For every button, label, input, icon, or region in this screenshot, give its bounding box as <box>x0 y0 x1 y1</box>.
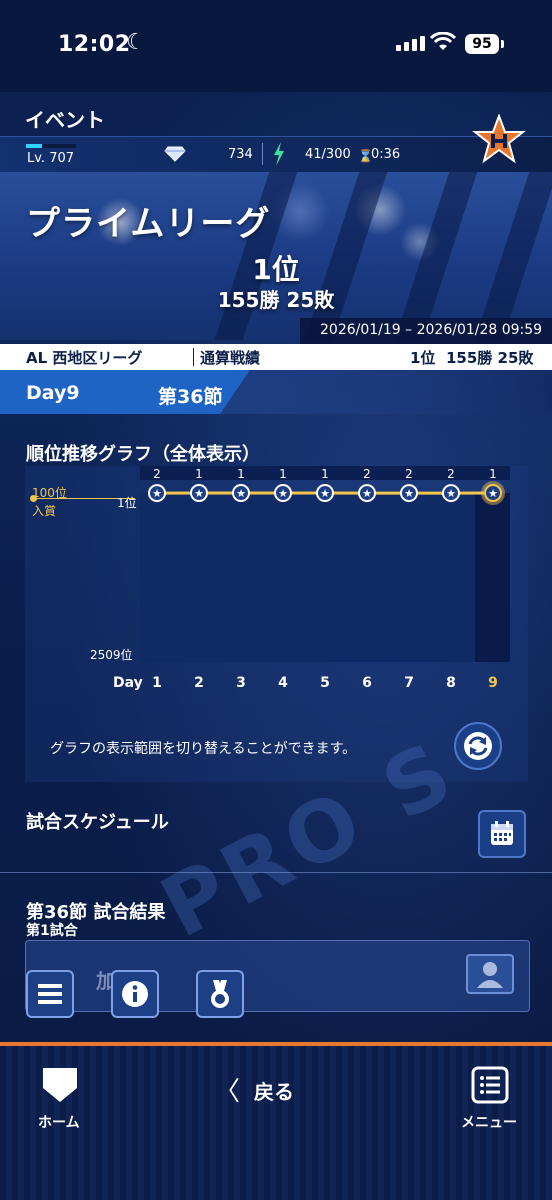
chart-note: グラフの表示範囲を切り替えることができます。 <box>50 741 357 757</box>
medal-icon <box>211 980 229 1008</box>
daily-rank-label: 1 <box>195 467 203 481</box>
x-tick-label: 7 <box>404 675 414 691</box>
stamina-count: 41/300 <box>305 147 351 162</box>
y-axis-top-label: 1位 <box>117 496 137 510</box>
daily-rank-label: 1 <box>489 467 497 481</box>
rank-point: ★ <box>400 484 418 503</box>
clock: 12:02 <box>58 32 131 57</box>
svg-text:★: ★ <box>320 487 330 500</box>
prize-threshold-label: 100位 <box>32 486 67 500</box>
game-label: 第1試合 <box>26 923 78 939</box>
league-name: プライムリーグ <box>26 204 271 244</box>
day-label: Day9 <box>26 382 80 404</box>
daily-rank-label: 1 <box>237 467 245 481</box>
moon-icon: ☾ <box>126 30 146 55</box>
gem-count: 734 <box>228 147 253 162</box>
home-plate-icon <box>43 1068 77 1102</box>
svg-text:★: ★ <box>278 487 288 500</box>
wifi-icon <box>430 32 456 50</box>
rank-point: ★ <box>442 484 460 503</box>
x-tick-label: 6 <box>362 675 372 691</box>
person-icon <box>477 962 503 988</box>
diamond-icon <box>164 146 186 162</box>
back-label: 戻る <box>254 1080 294 1104</box>
info-icon <box>122 981 148 1007</box>
menu-list-icon <box>471 1066 509 1104</box>
menu-label: メニュー <box>461 1115 517 1131</box>
level-label: Lv. 707 <box>27 151 75 166</box>
current-rank: 1位 <box>252 253 300 286</box>
rank-point: ★ <box>316 484 334 502</box>
hamburger-icon <box>38 984 62 1004</box>
y-axis-bottom-label: 2509位 <box>90 648 133 662</box>
status-bar: 12:02 ☾ 95 <box>0 0 552 92</box>
current-day-column <box>475 493 510 662</box>
x-tick-label: 4 <box>278 675 288 691</box>
back-arrow-icon: 〈 <box>214 1077 241 1107</box>
day-row-background <box>210 370 552 414</box>
total-rank: 1位 <box>410 349 436 367</box>
x-tick-label: 9 <box>488 675 498 691</box>
level-progress-fill <box>26 144 42 148</box>
event-period: 2026/01/19 – 2026/01/28 09:59 <box>320 322 543 338</box>
battery-indicator: 95 <box>465 34 504 54</box>
rank-point: ★ <box>358 484 376 503</box>
daily-rank-label: 2 <box>447 467 455 481</box>
divider <box>262 143 263 165</box>
x-tick-label: 3 <box>236 675 246 691</box>
rank-point: ★ <box>148 484 166 503</box>
schedule-title: 試合スケジュール <box>26 812 169 833</box>
cellular-signal-icon <box>396 36 425 51</box>
x-tick-label: 1 <box>152 675 162 691</box>
toggle-range-button[interactable] <box>454 722 502 770</box>
plot-area <box>140 493 510 662</box>
daily-rank-label: 2 <box>153 467 161 481</box>
svg-text:★: ★ <box>236 487 246 500</box>
rank-point: ★ <box>481 481 505 505</box>
list-menu-button[interactable] <box>26 970 74 1018</box>
lightning-icon <box>274 142 284 166</box>
schedule-button[interactable] <box>478 810 526 858</box>
info-button[interactable] <box>111 970 159 1018</box>
section-label: 第36節 <box>158 386 223 408</box>
svg-text:★: ★ <box>362 487 372 500</box>
x-axis-label: Day <box>113 675 143 691</box>
daily-rank-label: 2 <box>405 467 413 481</box>
total-record-label: 通算戦績 <box>200 349 261 367</box>
svg-text:★: ★ <box>152 487 162 500</box>
svg-text:★: ★ <box>488 487 498 500</box>
rewards-button[interactable] <box>196 970 244 1018</box>
daily-rank-label: 1 <box>279 467 287 481</box>
rank-point: ★ <box>232 484 250 502</box>
svg-text:★: ★ <box>446 487 456 500</box>
svg-text:★: ★ <box>404 487 414 500</box>
divider <box>193 348 194 366</box>
home-label: ホーム <box>38 1115 80 1131</box>
svg-text:★: ★ <box>194 487 204 500</box>
division-name: AL 西地区リーグ <box>26 349 143 367</box>
prize-label: 入賞 <box>32 504 57 518</box>
page-title: イベント <box>25 108 105 132</box>
total-record: 155勝 25敗 <box>446 349 534 367</box>
calendar-icon <box>491 821 513 845</box>
rank-point: ★ <box>190 484 208 502</box>
x-tick-label: 5 <box>320 675 330 691</box>
section-divider <box>0 872 552 873</box>
x-tick-label: 2 <box>194 675 204 691</box>
daily-rank-label: 2 <box>363 467 371 481</box>
team-logo-icon[interactable] <box>472 114 526 164</box>
current-record: 155勝 25敗 <box>217 288 335 312</box>
player-avatar-button[interactable] <box>466 954 514 994</box>
daily-rank-label: 1 <box>321 467 329 481</box>
x-tick-label: 8 <box>446 675 456 691</box>
refresh-icon <box>464 732 492 760</box>
rank-point: ★ <box>274 484 292 502</box>
stamina-timer: 0:36 <box>371 147 401 162</box>
rank-chart: ★ ★ ★ ★ ★ ★ ★ ★ ★ <box>140 466 510 662</box>
record-row: AL 西地区リーグ 通算戦績 1位 155勝 25敗 <box>0 344 552 370</box>
chart-title: 順位推移グラフ（全体表示） <box>26 444 260 465</box>
